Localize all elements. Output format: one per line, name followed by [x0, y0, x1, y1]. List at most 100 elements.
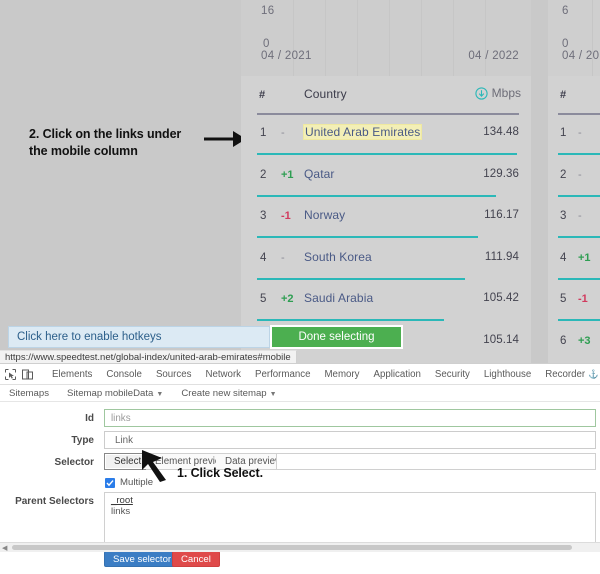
table-row: 4 +1 — [548, 239, 600, 281]
row-rank: 2 — [560, 168, 567, 181]
country-link[interactable]: United Arab Emirates — [304, 125, 422, 139]
table-row: 2- — [548, 156, 600, 198]
tab-label: Lighthouse — [483, 368, 532, 380]
tab-console[interactable]: Console — [99, 364, 149, 384]
row-rank: 2 — [260, 168, 267, 181]
chart-y-max: 16 — [261, 5, 275, 17]
scrollbar-thumb[interactable] — [12, 545, 572, 550]
menu-sitemaps[interactable]: Sitemaps — [0, 388, 58, 399]
header-mbps-label: Mbps — [491, 86, 521, 100]
tab-network[interactable]: Network — [198, 364, 248, 384]
tab-sources[interactable]: Sources — [149, 364, 199, 384]
row-value: 116.17 — [484, 209, 519, 221]
scroll-left-arrow-icon[interactable]: ◀ — [2, 544, 7, 552]
table-row: 6 +3 — [548, 322, 600, 364]
row-value: 129.36 — [483, 167, 519, 180]
parent-selectors-list[interactable]: _root links — [104, 492, 596, 544]
ranking-table: # Country Mbps 1- United Arab Emirates 1… — [241, 76, 531, 363]
country-link[interactable]: Qatar — [304, 167, 335, 181]
speedtest-column-mobile: 16 0 04 / 2021 04 / 2022 # Country Mbps … — [241, 0, 531, 363]
devtools-panel: Elements Console Sources Network Performance… — [0, 363, 600, 567]
ranking-table-right: # 1-2-3-4 +1 5 -1 6 +3 — [548, 76, 600, 363]
table-row: 3- — [548, 197, 600, 239]
download-circle-icon — [475, 86, 488, 100]
tab-elements[interactable]: Elements — [45, 364, 99, 384]
field-row-id: Id links — [0, 409, 600, 429]
selector-controls: Select Element preview Data preview — [0, 453, 600, 473]
save-selector-button[interactable]: Save selector — [104, 551, 181, 567]
row-rank: 5 — [260, 293, 267, 305]
table-row: 5 +2 Saudi Arabia 105.42 — [241, 280, 531, 322]
done-selecting-button[interactable]: Done selecting — [270, 325, 403, 349]
row-rank: 1 — [560, 127, 567, 139]
row-value: 105.42 — [483, 292, 519, 304]
tab-application[interactable]: Application — [366, 364, 427, 384]
row-delta: - — [281, 127, 285, 139]
field-row-selector: Selector Select Element preview Data pre… — [0, 453, 600, 473]
row-delta: +3 — [578, 334, 591, 347]
chart-y-zero-right: 0 — [562, 38, 569, 50]
header-mbps: Mbps — [475, 86, 521, 100]
row-delta: - — [281, 251, 285, 264]
id-input[interactable]: links — [104, 409, 596, 427]
table-row: 3 -1 Norway 116.17 — [241, 197, 531, 239]
country-link[interactable]: Norway — [304, 208, 345, 222]
row-delta: +1 — [578, 251, 591, 264]
row-value: 134.48 — [483, 126, 519, 138]
tab-performance[interactable]: Performance — [248, 364, 317, 384]
label-id: Id — [85, 413, 94, 424]
chevron-down-icon: ▼ — [156, 390, 164, 398]
row-rank: 1 — [260, 127, 267, 139]
row-delta: -1 — [281, 210, 291, 222]
row-value: 105.14 — [483, 333, 519, 346]
menu-create-new-sitemap[interactable]: Create new sitemap ▼ — [172, 388, 285, 399]
menu-create-new-label: Create new sitemap — [181, 387, 267, 399]
table-header: # Country Mbps — [241, 76, 531, 115]
tab-lighthouse[interactable]: Lighthouse — [477, 364, 538, 384]
parent-selector-option[interactable]: links — [105, 506, 595, 517]
tab-security[interactable]: Security — [428, 364, 477, 384]
selector-input[interactable] — [276, 453, 596, 470]
country-link[interactable]: South Korea — [304, 250, 372, 264]
horizontal-scrollbar[interactable]: ◀ — [0, 542, 600, 552]
chart-x-start-right: 04 / 20 — [562, 50, 600, 62]
menu-sitemap-current[interactable]: Sitemap mobileData ▼ — [58, 388, 172, 399]
speedtest-column-fixed: 6 0 04 / 20 # 1-2-3-4 +1 5 -1 6 +3 — [548, 0, 600, 363]
tab-label: Network — [205, 368, 242, 380]
row-rank: 3 — [260, 210, 267, 222]
inspect-element-icon[interactable] — [4, 367, 17, 382]
tab-label: Console — [106, 368, 142, 380]
screenshot-root: 2. Click on the links under the mobile c… — [0, 0, 600, 567]
enable-hotkeys-label: Click here to enable hotkeys — [17, 331, 162, 343]
multiple-checkbox[interactable] — [105, 478, 115, 488]
parent-selectors-row: Parent Selectors _root links — [0, 492, 600, 548]
parent-selector-option[interactable]: _root — [105, 495, 595, 506]
table-header-right: # — [548, 76, 600, 115]
row-delta: +1 — [281, 168, 294, 181]
country-link[interactable]: Saudi Arabia — [304, 291, 373, 305]
row-delta: - — [578, 210, 582, 222]
field-row-type: Type Link — [0, 431, 600, 451]
cancel-button[interactable]: Cancel — [172, 551, 220, 567]
label-parent-selectors: Parent Selectors — [15, 496, 94, 507]
table-row: 4 - South Korea 111.94 — [241, 239, 531, 281]
annotation-step-1: 1. Click Select. — [177, 466, 263, 480]
tab-label: Memory — [324, 368, 360, 380]
chart-y-zero: 0 — [263, 38, 270, 50]
enable-hotkeys-bar[interactable]: Click here to enable hotkeys — [8, 326, 270, 348]
multiple-row: Multiple — [0, 475, 600, 492]
row-value: 111.94 — [484, 250, 519, 263]
device-toolbar-icon[interactable] — [21, 367, 34, 382]
tab-label: Sources — [155, 368, 192, 380]
chart-y-max-right: 6 — [562, 5, 569, 17]
tab-recorder[interactable]: Recorder ⚓ — [538, 364, 600, 384]
chevron-down-icon: ▼ — [269, 390, 277, 398]
header-rank: # — [259, 89, 266, 101]
webscraper-menubar: Sitemaps Sitemap mobileData ▼ Create new … — [0, 385, 600, 402]
web-page-viewport: 2. Click on the links under the mobile c… — [0, 0, 600, 363]
row-rank: 4 — [560, 251, 567, 264]
chart-area: 16 0 04 / 2021 04 / 2022 — [241, 0, 531, 76]
tab-memory[interactable]: Memory — [317, 364, 366, 384]
table-row: 1- — [548, 114, 600, 156]
chart-area-right: 6 0 04 / 20 — [548, 0, 600, 76]
